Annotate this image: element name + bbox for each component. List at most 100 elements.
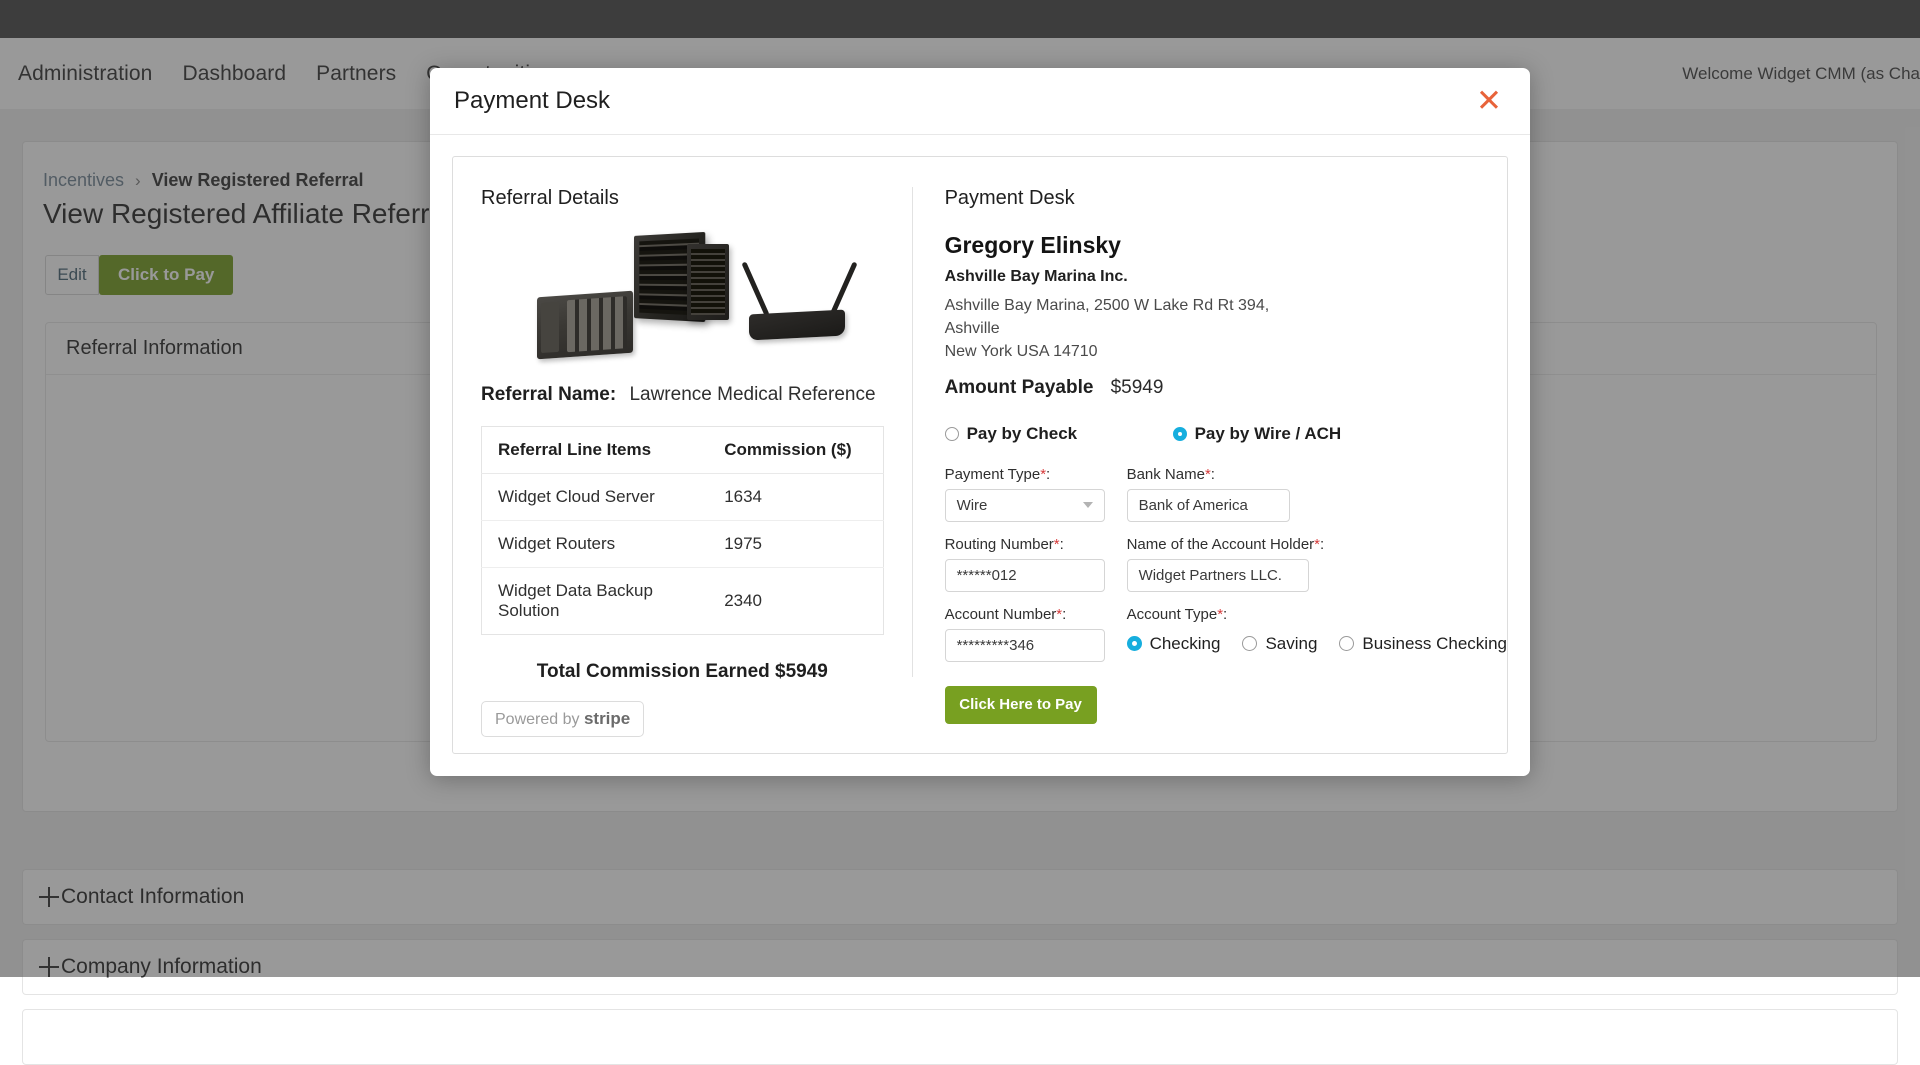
routing-number-label: Routing Number*: [945,536,1105,553]
account-holder-label: Name of the Account Holder*: [1127,536,1325,553]
server-rack-secondary-icon [687,244,729,320]
radio-saving-label: Saving [1265,634,1317,654]
field-payment-type: Payment Type*: Wire [945,466,1105,522]
account-number-label-text: Account Number [945,606,1057,623]
form-row-payment-bank: Payment Type*: Wire Bank Name*: Bank of … [945,466,1507,522]
form-row-account: Account Number*: *********346 Account Ty… [945,606,1507,662]
payee-address-line1: Ashville Bay Marina, 2500 W Lake Rd Rt 3… [945,294,1305,340]
radio-circle-selected-icon[interactable] [1127,636,1142,651]
bank-name-input[interactable]: Bank of America [1127,489,1290,522]
radio-checking[interactable]: Checking [1127,634,1221,654]
powered-by-stripe-badge: Powered by stripe [481,701,644,737]
payment-type-value: Wire [957,497,988,514]
required-asterisk: * [1040,466,1046,483]
radio-saving[interactable]: Saving [1242,634,1317,654]
click-here-to-pay-button[interactable]: Click Here to Pay [945,686,1097,724]
modal-title: Payment Desk [454,87,610,115]
product-illustration [481,226,884,366]
accordion-extra[interactable] [22,1009,1898,1065]
radio-pay-by-check[interactable]: Pay by Check [945,424,1173,444]
router-antenna-left-icon [741,261,769,316]
bank-name-label-text: Bank Name [1127,466,1205,483]
radio-circle-icon[interactable] [1242,636,1257,651]
radio-circle-icon[interactable] [945,427,959,441]
radio-circle-selected-icon[interactable] [1173,427,1187,441]
table-row: Widget Cloud Server 1634 [482,474,884,521]
table-header-row: Referral Line Items Commission ($) [482,427,884,474]
field-routing-number: Routing Number*: ******012 [945,536,1105,592]
radio-pay-by-wire-ach[interactable]: Pay by Wire / ACH [1173,424,1342,444]
field-account-number: Account Number*: *********346 [945,606,1105,662]
nas-storage-icon [537,291,633,360]
referral-name-label: Referral Name: [481,384,616,405]
radio-circle-icon[interactable] [1339,636,1354,651]
payment-type-label-text: Payment Type [945,466,1041,483]
payment-type-label: Payment Type*: [945,466,1105,483]
radio-business-checking[interactable]: Business Checking [1339,634,1507,654]
chevron-down-icon [1083,502,1093,508]
required-asterisk: * [1056,606,1062,623]
field-bank-name: Bank Name*: Bank of America [1127,466,1290,522]
bank-name-label: Bank Name*: [1127,466,1290,483]
line-items-table: Referral Line Items Commission ($) Widge… [481,426,884,635]
account-number-input[interactable]: *********346 [945,629,1105,662]
stripe-prefix: Powered by [495,711,580,728]
account-type-label-text: Account Type [1127,606,1218,623]
account-type-radio-group: Checking Saving Business Checking [1127,629,1507,654]
payee-address: Ashville Bay Marina, 2500 W Lake Rd Rt 3… [945,294,1305,364]
column-header-line-items: Referral Line Items [482,427,709,474]
column-header-commission: Commission ($) [708,427,883,474]
bank-name-value: Bank of America [1139,497,1248,514]
cell-item-commission: 1634 [708,474,883,521]
required-asterisk: * [1217,606,1223,623]
amount-payable-value: $5949 [1111,377,1164,399]
radio-pay-by-check-label: Pay by Check [967,424,1078,444]
cell-item-name: Widget Cloud Server [482,474,709,521]
account-type-label: Account Type*: [1127,606,1507,623]
payee-name: Gregory Elinsky [945,232,1507,259]
stripe-brand: stripe [584,709,630,728]
referral-details-title: Referral Details [481,187,884,210]
payment-method-radio-group: Pay by Check Pay by Wire / ACH [945,424,1507,444]
cell-item-name: Widget Routers [482,521,709,568]
amount-payable-row: Amount Payable $5949 [945,377,1507,399]
payment-desk-modal: Payment Desk ✕ Referral Details Referral… [430,68,1530,776]
cell-item-name: Widget Data Backup Solution [482,568,709,635]
routing-number-input[interactable]: ******012 [945,559,1105,592]
account-number-value: *********346 [957,637,1035,654]
account-holder-value: Widget Partners LLC. [1139,567,1282,584]
required-asterisk: * [1205,466,1211,483]
required-asterisk: * [1314,536,1320,553]
payee-address-line2: New York USA 14710 [945,340,1305,363]
amount-payable-label: Amount Payable [945,377,1111,399]
close-icon[interactable]: ✕ [1474,86,1504,116]
table-row: Widget Data Backup Solution 2340 [482,568,884,635]
payee-company: Ashville Bay Marina Inc. [945,268,1507,286]
field-account-type: Account Type*: Checking Saving [1127,606,1507,662]
routing-number-value: ******012 [957,567,1017,584]
account-number-label: Account Number*: [945,606,1105,623]
radio-checking-label: Checking [1150,634,1221,654]
bank-details-form: Payment Type*: Wire Bank Name*: Bank of … [945,466,1507,724]
cell-item-commission: 1975 [708,521,883,568]
modal-body: Referral Details Referral Name: Lawrence… [452,156,1508,754]
account-holder-input[interactable]: Widget Partners LLC. [1127,559,1309,592]
account-holder-label-text: Name of the Account Holder [1127,536,1315,553]
referral-name-value: Lawrence Medical Reference [629,384,875,405]
referral-details-pane: Referral Details Referral Name: Lawrence… [453,157,912,753]
total-commission-text: Total Commission Earned $5949 [481,661,884,683]
referral-name-row: Referral Name: Lawrence Medical Referenc… [481,384,884,406]
radio-business-checking-label: Business Checking [1362,634,1507,654]
cell-item-commission: 2340 [708,568,883,635]
field-account-holder: Name of the Account Holder*: Widget Part… [1127,536,1325,592]
payment-type-select[interactable]: Wire [945,489,1105,522]
required-asterisk: * [1054,536,1060,553]
table-row: Widget Routers 1975 [482,521,884,568]
form-row-routing-holder: Routing Number*: ******012 Name of the A… [945,536,1507,592]
payment-desk-title: Payment Desk [945,187,1507,210]
routing-number-label-text: Routing Number [945,536,1054,553]
radio-pay-by-wire-ach-label: Pay by Wire / ACH [1195,424,1342,444]
router-icon [749,309,845,340]
payment-desk-pane: Payment Desk Gregory Elinsky Ashville Ba… [913,157,1507,753]
router-antenna-right-icon [829,261,857,316]
